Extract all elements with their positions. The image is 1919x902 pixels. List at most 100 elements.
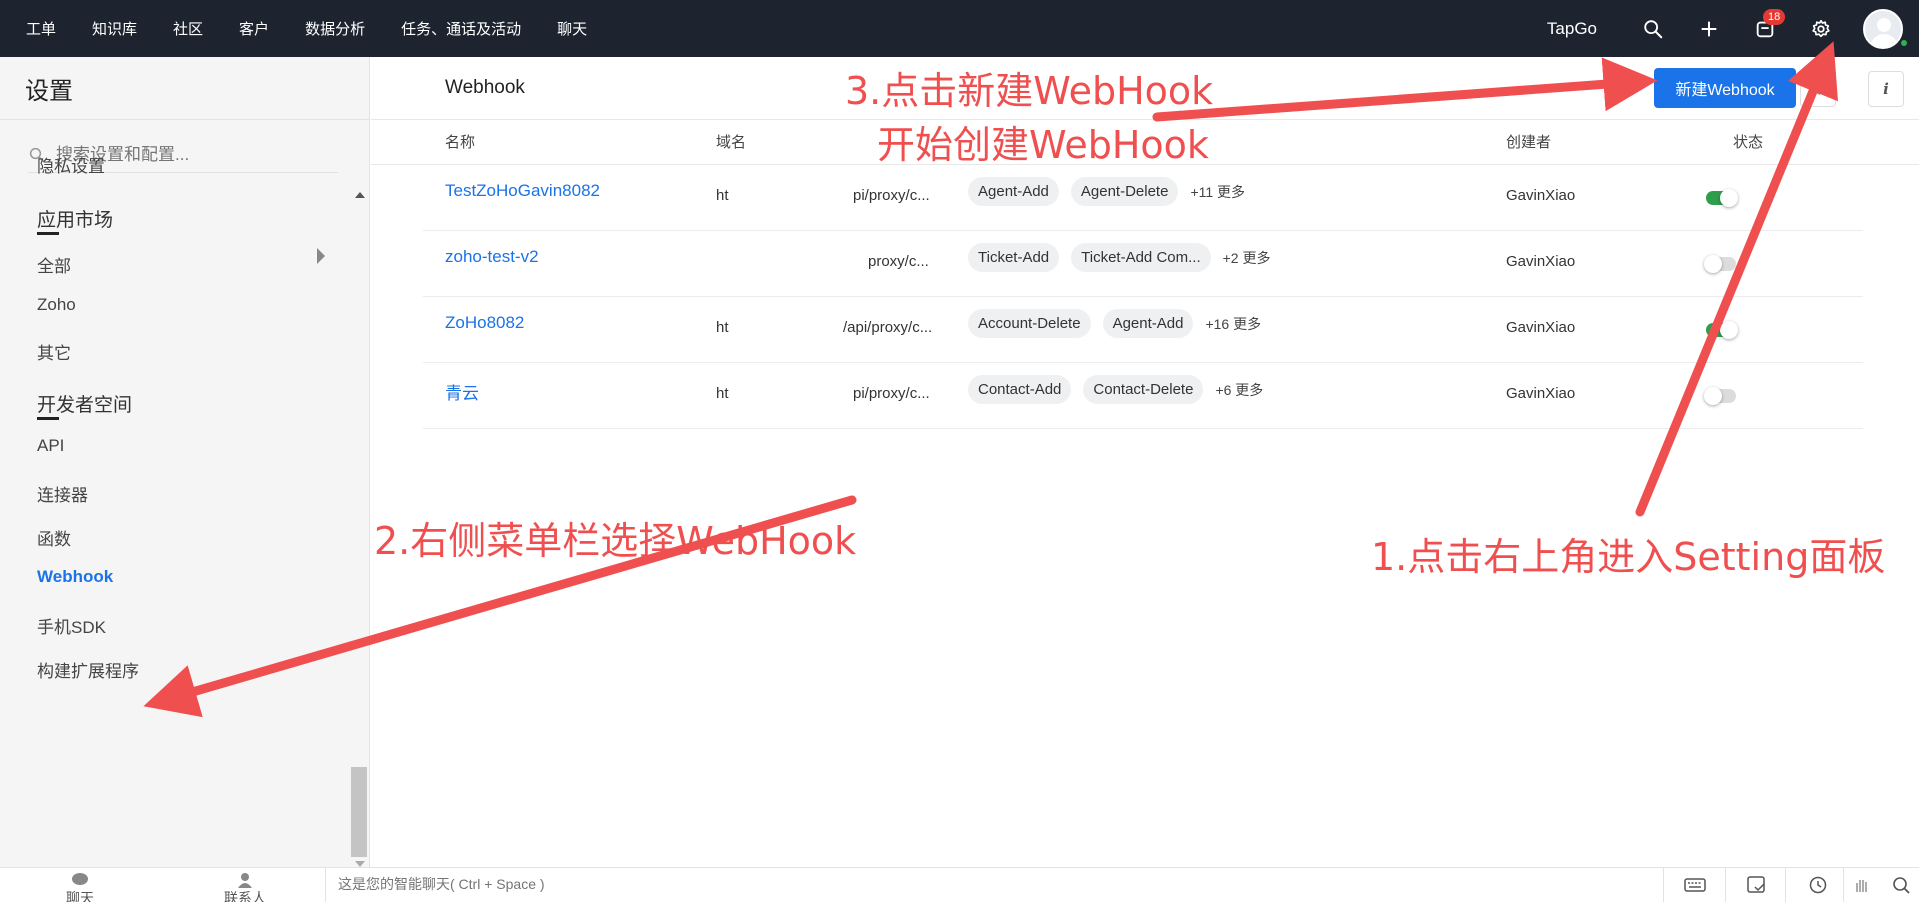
webhook-name-link[interactable]: zoho-test-v2 <box>445 247 539 267</box>
more-events-link[interactable]: +6 更多 <box>1215 380 1263 400</box>
clock-icon[interactable] <box>1805 874 1831 896</box>
bottom-tab-chat-label: 聊天 <box>66 890 94 902</box>
nav-item-community[interactable]: 社区 <box>173 18 203 39</box>
event-tag: Agent-Delete <box>1070 177 1179 206</box>
bottom-chat-bar: 聊天 联系人 <box>0 867 1919 902</box>
search-icon[interactable] <box>1639 15 1667 43</box>
online-status-dot <box>1899 38 1909 48</box>
sidebar-item-connectors[interactable]: 连接器 <box>37 481 88 506</box>
annotation-step2: 2.右侧菜单栏选择WebHook <box>374 519 857 563</box>
event-tag: Contact-Delete <box>1083 375 1204 404</box>
bottom-divider <box>325 868 326 902</box>
module-nav: 工单 知识库 社区 客户 数据分析 任务、通话及活动 聊天 <box>0 18 623 39</box>
sidebar-title: 设置 <box>25 78 73 105</box>
sidebar-item-functions[interactable]: 函数 <box>37 525 71 550</box>
notification-icon[interactable]: 18 <box>1751 8 1786 43</box>
sidebar-item-api[interactable]: API <box>37 436 64 456</box>
column-header-domain: 域名 <box>716 134 747 151</box>
more-events-link[interactable]: +2 更多 <box>1223 248 1271 268</box>
creator: GavinXiao <box>1506 253 1576 270</box>
event-tags: Ticket-Add Ticket-Add Com... +2 更多 <box>968 243 1270 272</box>
bottom-tab-contacts[interactable]: 联系人 <box>210 872 280 902</box>
event-tags: Agent-Add Agent-Delete +11 更多 <box>968 177 1245 206</box>
status-toggle[interactable] <box>1704 255 1736 273</box>
event-tags: Contact-Add Contact-Delete +6 更多 <box>968 375 1263 404</box>
sidebar-item-webhook[interactable]: Webhook <box>37 567 113 587</box>
scroll-up-icon[interactable] <box>355 192 365 198</box>
sidebar-item-privacy[interactable]: 隐私设置 <box>37 152 105 177</box>
sidebar-item-mobile-sdk[interactable]: 手机SDK <box>37 613 106 638</box>
filter-button[interactable] <box>1800 71 1836 107</box>
status-toggle[interactable] <box>1704 387 1736 405</box>
brand-name[interactable]: TapGo <box>1547 19 1597 39</box>
sidebar-item-zoho[interactable]: Zoho <box>37 295 76 315</box>
table-row[interactable]: 青云 ht pi/proxy/c... Contact-Add Contact-… <box>423 363 1863 429</box>
contacts-icon <box>238 873 252 888</box>
column-header-status: 状态 <box>1733 134 1764 151</box>
more-events-link[interactable]: +16 更多 <box>1205 314 1261 334</box>
bottom-tab-chat[interactable]: 聊天 <box>45 872 115 902</box>
table-row[interactable]: zoho-test-v2 proxy/c... Ticket-Add Ticke… <box>423 231 1863 297</box>
hand-icon[interactable] <box>1849 874 1875 896</box>
plus-icon[interactable] <box>1695 15 1723 43</box>
event-tag: Agent-Add <box>1102 309 1194 338</box>
sidebar-item-all[interactable]: 全部 <box>37 252 71 277</box>
chat-bubble-icon <box>72 873 88 885</box>
info-icon: i <box>1883 80 1889 98</box>
sidebar-item-build-extensions[interactable]: 构建扩展程序 <box>37 657 139 682</box>
gear-icon[interactable] <box>1807 15 1835 43</box>
bottom-separator <box>1843 868 1844 902</box>
webhook-name-link[interactable]: ZoHo8082 <box>445 313 524 333</box>
smart-chat-input[interactable] <box>338 876 1238 892</box>
bottom-tab-contacts-label: 联系人 <box>224 890 266 902</box>
webhook-domain-end: /api/proxy/c... <box>843 319 933 336</box>
status-toggle[interactable] <box>1706 189 1738 207</box>
column-header-creator: 创建者 <box>1506 134 1552 151</box>
avatar[interactable] <box>1863 8 1903 49</box>
event-tag: Ticket-Add Com... <box>1071 243 1211 272</box>
bottom-separator <box>1663 868 1664 902</box>
keyboard-icon[interactable] <box>1682 874 1708 896</box>
scroll-thumb[interactable] <box>351 767 367 857</box>
creator: GavinXiao <box>1506 187 1576 204</box>
approval-icon[interactable] <box>1744 874 1770 896</box>
annotation-step3-line2: 开始创建WebHook <box>877 123 1209 167</box>
nav-item-chat[interactable]: 聊天 <box>557 18 587 39</box>
page-title: Webhook <box>445 77 525 98</box>
event-tags: Account-Delete Agent-Add +16 更多 <box>968 309 1261 338</box>
top-actions: TapGo 18 <box>1547 0 1919 57</box>
info-button[interactable]: i <box>1868 71 1904 107</box>
nav-item-activities[interactable]: 任务、通话及活动 <box>401 18 521 39</box>
nav-item-analytics[interactable]: 数据分析 <box>305 18 365 39</box>
webhook-domain-start: ht <box>716 385 729 402</box>
filter-icon <box>1810 83 1826 96</box>
search-icon[interactable] <box>1889 874 1915 896</box>
settings-sidebar: 设置 隐私设置 应用市场 全部 Zoho 其它 开发者空间 API 连接器 函数… <box>0 57 370 867</box>
annotation-step3-line1: 3.点击新建WebHook <box>845 69 1214 113</box>
nav-item-tickets[interactable]: 工单 <box>26 18 56 39</box>
creator: GavinXiao <box>1506 385 1576 402</box>
section-developer-space: 开发者空间 <box>37 390 133 420</box>
nav-item-knowledge-base[interactable]: 知识库 <box>92 18 137 39</box>
nav-item-customers[interactable]: 客户 <box>239 18 269 39</box>
table-row[interactable]: TestZoHoGavin8082 ht pi/proxy/c... Agent… <box>423 165 1863 231</box>
event-tag: Contact-Add <box>968 375 1072 404</box>
caret-right-icon[interactable] <box>317 248 325 264</box>
top-nav-bar: 工单 知识库 社区 客户 数据分析 任务、通话及活动 聊天 TapGo 18 <box>0 0 1919 57</box>
webhook-name-link[interactable]: TestZoHoGavin8082 <box>445 181 600 201</box>
sidebar-item-other[interactable]: 其它 <box>37 339 71 364</box>
event-tag: Agent-Add <box>968 177 1059 206</box>
annotation-step1: 1.点击右上角进入Setting面板 <box>1371 535 1886 579</box>
webhook-main: Webhook 新建Webhook i 名称 域名 创建者 状态 TestZoH… <box>371 57 1919 867</box>
sidebar-scrollbar[interactable] <box>351 192 367 867</box>
section-developer-space-label: 开发者空间 <box>37 395 133 416</box>
more-events-link[interactable]: +11 更多 <box>1190 182 1245 202</box>
event-tag: Ticket-Add <box>968 243 1060 272</box>
webhook-domain-end: pi/proxy/c... <box>853 187 930 204</box>
new-webhook-button[interactable]: 新建Webhook <box>1654 68 1796 108</box>
status-toggle[interactable] <box>1706 321 1738 339</box>
creator: GavinXiao <box>1506 319 1576 336</box>
notification-badge: 18 <box>1763 8 1786 25</box>
table-row[interactable]: ZoHo8082 ht /api/proxy/c... Account-Dele… <box>423 297 1863 363</box>
webhook-name-link[interactable]: 青云 <box>445 379 479 404</box>
